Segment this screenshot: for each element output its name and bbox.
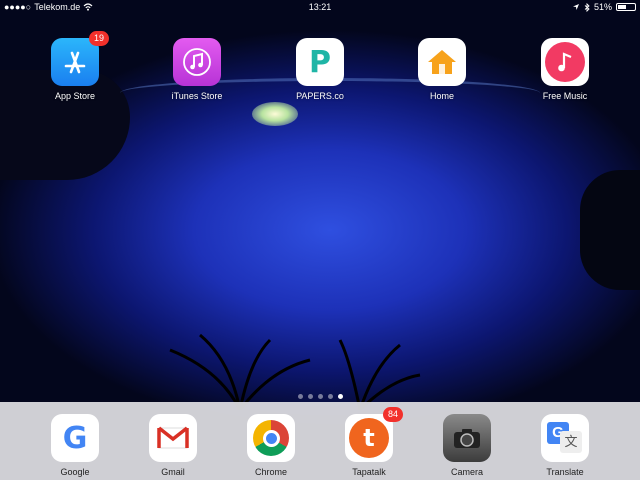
app-label: App Store: [54, 91, 96, 101]
home-icon: [418, 38, 466, 86]
itunes-store-app[interactable]: iTunes Store: [162, 38, 232, 101]
tapatalk-icon: t 84: [345, 407, 403, 462]
app-store-icon: 19: [51, 31, 109, 86]
pool-light: [252, 102, 298, 126]
app-label: Translate: [546, 467, 584, 477]
notification-badge: 19: [89, 31, 109, 46]
app-label: Home: [429, 91, 454, 101]
translate-icon: G 文: [541, 414, 589, 462]
app-label: PAPERS.co: [296, 91, 344, 101]
camera-app[interactable]: Camera: [432, 414, 502, 477]
free-music-icon: [541, 38, 589, 86]
google-app[interactable]: G Google: [40, 414, 110, 477]
chrome-app[interactable]: Chrome: [236, 414, 306, 477]
location-arrow-icon: [572, 4, 579, 10]
battery-level: [618, 5, 627, 9]
clock: 13:21: [308, 2, 332, 12]
dock: G Google Gmail Chrome t 84 Tapatalk Came…: [0, 402, 640, 480]
app-label: Chrome: [254, 467, 287, 477]
bluetooth-icon: [584, 2, 590, 12]
page-dot: [317, 394, 323, 399]
app-label: Tapatalk: [352, 467, 386, 477]
app-store-app[interactable]: 19 App Store: [40, 31, 110, 101]
page-dot: [327, 394, 333, 399]
pool-deck-right: [580, 170, 640, 290]
page-dot: [297, 394, 303, 399]
free-music-app[interactable]: Free Music: [530, 38, 600, 101]
camera-icon: [443, 414, 491, 462]
app-label: Gmail: [161, 467, 185, 477]
app-label: Free Music: [542, 91, 588, 101]
papers-app[interactable]: P PAPERS.co: [285, 38, 355, 101]
papers-icon: P: [296, 38, 344, 86]
notification-badge: 84: [383, 407, 403, 422]
tapatalk-app[interactable]: t 84 Tapatalk: [334, 407, 404, 477]
page-dot: [307, 394, 313, 399]
google-icon: G: [51, 414, 99, 462]
chrome-icon: [247, 414, 295, 462]
translate-app[interactable]: G 文 Translate: [530, 414, 600, 477]
itunes-store-icon: [173, 38, 221, 86]
battery-percent: 51%: [593, 2, 612, 12]
battery-icon: [616, 3, 636, 11]
status-bar: ●●●●○ Telekom.de 13:21 51%: [0, 0, 640, 14]
app-label: Camera: [450, 467, 483, 477]
gmail-app[interactable]: Gmail: [138, 414, 208, 477]
home-app[interactable]: Home: [407, 38, 477, 101]
gmail-icon: [149, 414, 197, 462]
page-dot-active: [337, 394, 343, 399]
page-indicator[interactable]: [0, 394, 640, 399]
app-label: Google: [60, 467, 90, 477]
app-label: iTunes Store: [171, 91, 223, 101]
